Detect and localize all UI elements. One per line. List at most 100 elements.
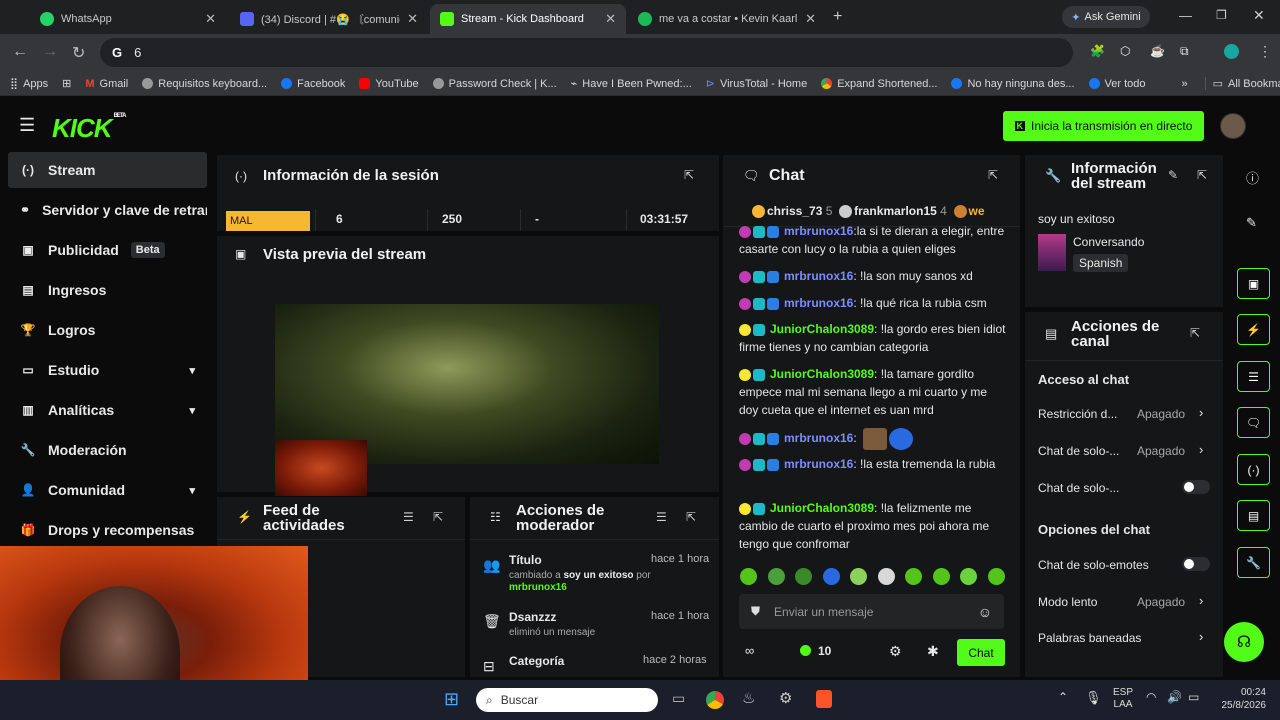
close-icon[interactable]: ✕	[805, 11, 816, 27]
filter-icon[interactable]: ☰	[656, 510, 667, 524]
url-input[interactable]: G6	[100, 38, 1073, 67]
microphone-icon[interactable]: 🎙	[1085, 690, 1102, 706]
window-close-button[interactable]: ✕	[1253, 7, 1265, 24]
sidebar-item-comunidad[interactable]: 👤 Comunidad ▾	[8, 472, 207, 508]
gifter-name[interactable]: we	[969, 204, 985, 218]
emote-icon[interactable]	[932, 568, 950, 585]
forward-icon[interactable]: →	[42, 43, 58, 61]
gift-icon[interactable]: ✱	[927, 643, 939, 660]
expand-icon[interactable]: ⇱	[686, 510, 696, 524]
emote-icon[interactable]	[740, 568, 757, 585]
all-bookmarks[interactable]: ▭ All Bookmarks	[1204, 77, 1280, 90]
info-icon[interactable]: ⓘ	[1246, 168, 1259, 187]
extension-icon[interactable]: ☕	[1150, 44, 1165, 58]
chat-username[interactable]: mrbrunox16	[784, 431, 853, 445]
rail-button-preview[interactable]: ▣	[1237, 268, 1270, 299]
stream-category[interactable]: Conversando	[1073, 235, 1144, 249]
chat-username[interactable]: mrbrunox16	[784, 457, 853, 471]
chat-send-button[interactable]: Chat	[957, 639, 1005, 666]
app-icon[interactable]: ⚙	[779, 689, 792, 707]
edit-icon[interactable]: ✎	[1168, 168, 1178, 182]
close-icon[interactable]: ✕	[407, 11, 418, 27]
sidebar-item-logros[interactable]: 🏆 Logros	[8, 312, 207, 348]
expand-icon[interactable]: ⇱	[433, 510, 443, 524]
battery-icon[interactable]: ▭	[1188, 690, 1199, 704]
banned-words-label[interactable]: Palabras baneadas	[1038, 631, 1141, 645]
new-tab-button[interactable]: +	[833, 8, 842, 26]
bookmark-item[interactable]: ⌁ Have I Been Pwned:...	[564, 77, 699, 91]
windows-start-icon[interactable]: ⊞	[444, 689, 459, 710]
tab-kick[interactable]: Stream - Kick Dashboard ✕	[430, 4, 626, 34]
language-indicator[interactable]: ESP LAA	[1113, 687, 1133, 711]
chrome-icon[interactable]	[706, 691, 724, 709]
back-icon[interactable]: ←	[12, 43, 28, 61]
extension-icon[interactable]: ⬡	[1120, 44, 1130, 58]
minimize-button[interactable]: —	[1179, 8, 1192, 23]
chevron-right-icon[interactable]: ›	[1199, 593, 1203, 608]
kick-logo[interactable]: KICK BETA	[52, 113, 126, 144]
emote-icon[interactable]	[795, 568, 813, 585]
emote-icon[interactable]	[877, 568, 895, 585]
close-icon[interactable]: ✕	[605, 11, 616, 27]
go-live-button[interactable]: K Inicia la transmisión en directo	[1003, 111, 1204, 141]
chevron-down-icon[interactable]: ▾	[189, 484, 195, 497]
emote-icon[interactable]	[767, 568, 785, 585]
bookmark-item[interactable]: Password Check | K...	[426, 78, 564, 90]
emote-icon[interactable]	[987, 568, 1005, 585]
expand-icon[interactable]: ⇱	[1190, 326, 1200, 340]
chat-username[interactable]: mrbrunox16	[784, 269, 853, 283]
emote-only-toggle[interactable]	[1182, 557, 1210, 571]
bookmark-facebook[interactable]: No hay ninguna des...	[944, 78, 1081, 90]
slow-mode-label[interactable]: Modo lento	[1038, 595, 1097, 609]
sidebar-item-moderación[interactable]: 🔧 Moderación	[8, 432, 207, 468]
chat-username[interactable]: JuniorChalon3089	[770, 322, 874, 336]
profile-avatar[interactable]	[1224, 44, 1239, 59]
bookmark-facebook[interactable]: Facebook	[274, 78, 352, 90]
settings-icon[interactable]: ⚙	[889, 643, 902, 660]
chevron-up-icon[interactable]: ⌃	[1058, 690, 1068, 704]
sidebar-item-analíticas[interactable]: ▥ Analíticas ▾	[8, 392, 207, 428]
expand-icon[interactable]: ⇱	[684, 168, 694, 182]
bookmark-item[interactable]: Requisitos keyboard...	[135, 78, 274, 90]
rail-button-channel[interactable]: ▤	[1237, 500, 1270, 531]
more-bookmarks[interactable]: »	[1175, 78, 1195, 90]
bookmark-apps[interactable]: ⣿ Apps	[0, 77, 55, 91]
ask-gemini-button[interactable]: ✦ Ask Gemini	[1062, 6, 1150, 28]
extensions-icon[interactable]: ⧉	[1180, 44, 1189, 59]
volume-icon[interactable]: 🔊	[1167, 690, 1182, 704]
chat-username[interactable]: mrbrunox16	[784, 224, 853, 238]
rail-button-stream[interactable]: (·)	[1237, 454, 1270, 485]
followers-only-label[interactable]: Chat de solo-...	[1038, 444, 1119, 458]
edit-icon[interactable]: ✎	[1246, 215, 1257, 231]
taskbar-search[interactable]: ⌕ Buscar	[476, 688, 658, 712]
mod-user[interactable]: mrbrunox16	[509, 582, 567, 593]
bookmark-item[interactable]: Expand Shortened...	[814, 78, 944, 90]
brave-icon[interactable]	[816, 690, 832, 708]
gifter-name[interactable]: chriss_73	[767, 204, 822, 218]
filter-icon[interactable]: ☰	[403, 510, 414, 524]
expand-icon[interactable]: ⇱	[1197, 168, 1207, 182]
chevron-down-icon[interactable]: ▾	[189, 364, 195, 377]
extension-icon[interactable]: 🧩	[1090, 44, 1105, 58]
emoji-icon[interactable]: ☺	[978, 604, 992, 620]
chevron-right-icon[interactable]: ›	[1199, 405, 1203, 420]
bookmark-facebook[interactable]: Ver todo	[1082, 78, 1153, 90]
emote-icon[interactable]	[960, 568, 978, 585]
tab-whatsapp[interactable]: WhatsApp ✕	[30, 4, 226, 34]
maximize-button[interactable]: ❐	[1216, 8, 1227, 22]
avatar[interactable]	[1220, 113, 1246, 139]
menu-icon[interactable]: ⋮	[1258, 43, 1272, 60]
chevron-right-icon[interactable]: ›	[1199, 442, 1203, 457]
chat-username[interactable]: JuniorChalon3089	[770, 367, 874, 381]
sidebar-item-stream[interactable]: (·) Stream	[8, 152, 207, 188]
reload-icon[interactable]: ↻	[72, 43, 85, 63]
stream-preview-video[interactable]	[275, 304, 659, 496]
subs-only-toggle[interactable]	[1182, 480, 1210, 494]
rail-button-wrench[interactable]: 🔧	[1237, 547, 1270, 578]
sidebar-item-servidor[interactable]: ⚭ Servidor y clave de retransmisión	[8, 192, 207, 228]
chevron-down-icon[interactable]: ▾	[189, 404, 195, 417]
emote-icon[interactable]	[905, 568, 923, 585]
wifi-icon[interactable]: ◠	[1146, 690, 1156, 704]
sidebar-item-ingresos[interactable]: ▤ Ingresos	[8, 272, 207, 308]
chat-input[interactable]: ⛊ Enviar un mensaje ☺	[739, 594, 1004, 629]
